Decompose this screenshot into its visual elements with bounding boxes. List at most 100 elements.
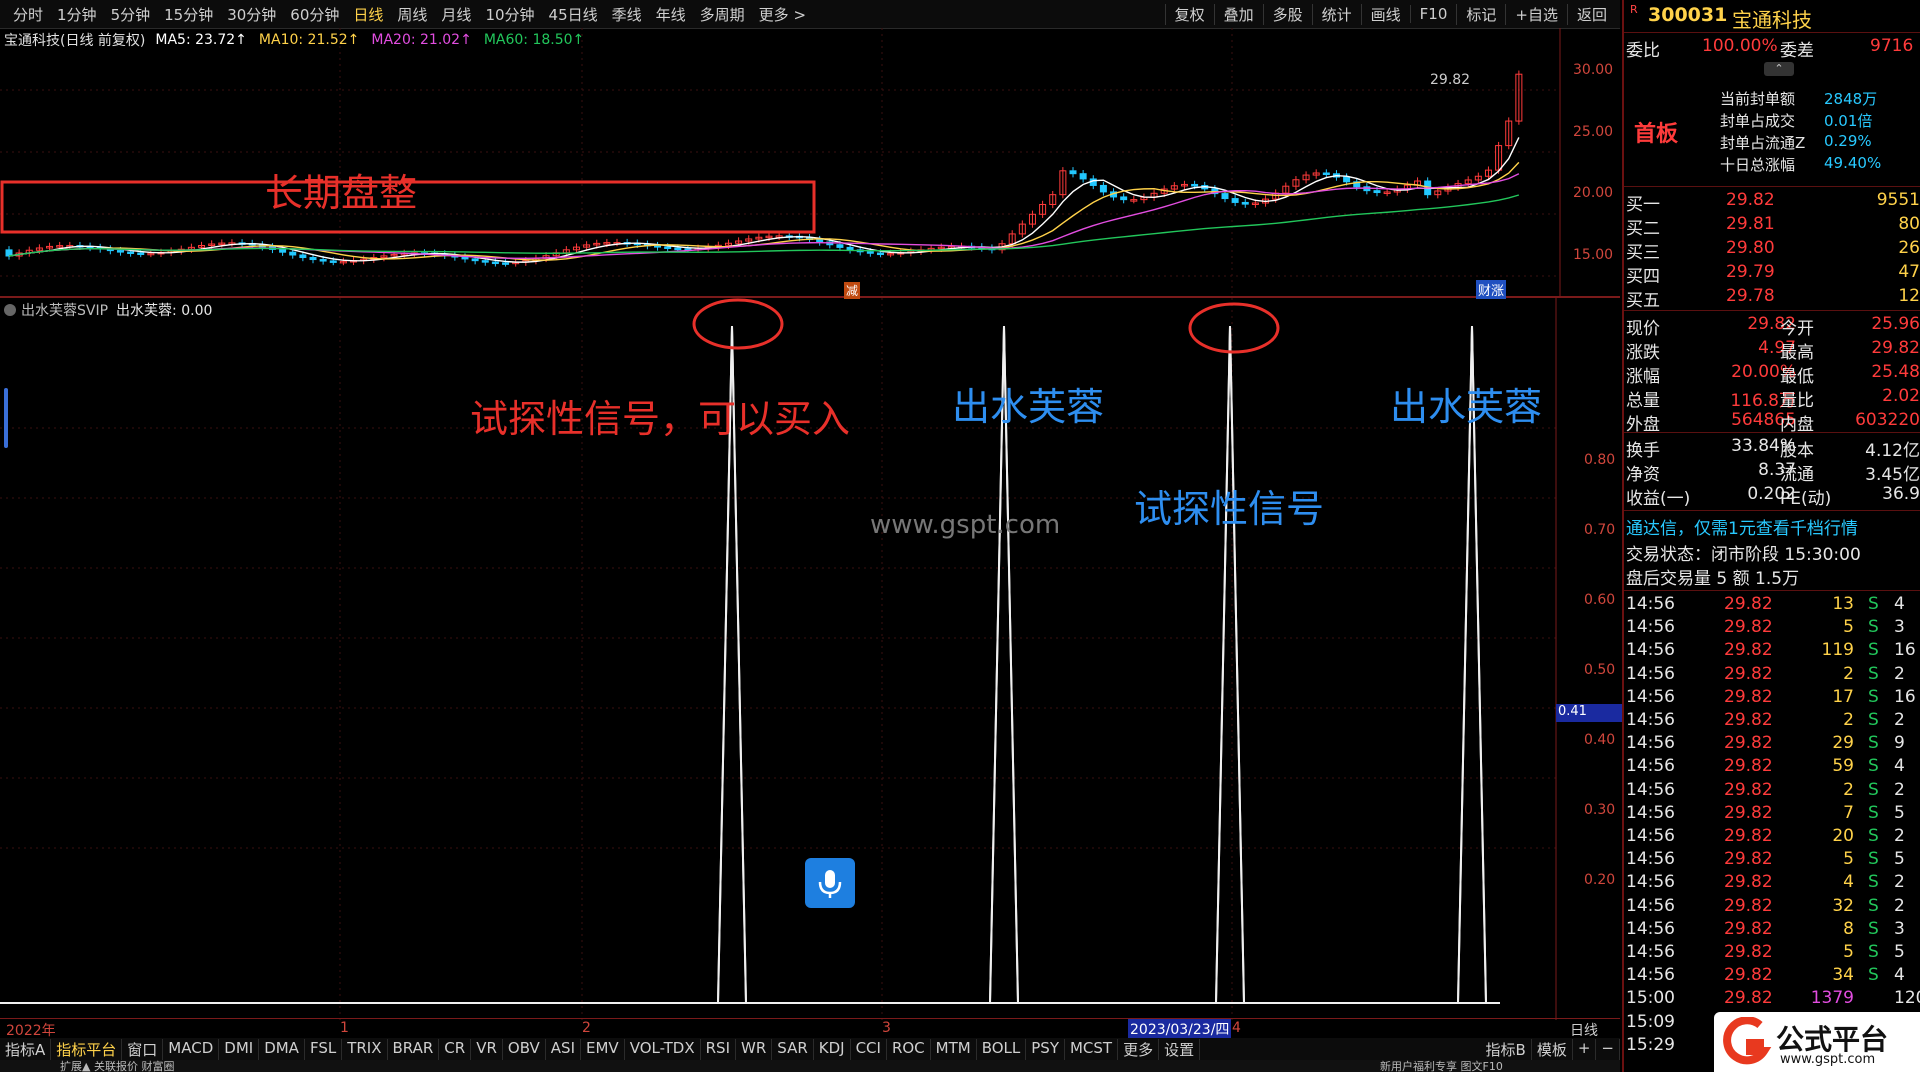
period-tab[interactable]: 周线 — [390, 4, 434, 25]
promo-link[interactable]: 通达信，仅需1元查看千档行情 — [1626, 514, 1858, 539]
tick-row: 14:56 29.82 2 S 2 — [1624, 780, 1920, 803]
indicator-tab[interactable]: WR — [736, 1038, 773, 1060]
y-tick: 0.50 — [1584, 662, 1616, 678]
indicator-tab[interactable]: 窗口 — [122, 1038, 164, 1060]
indicator-tab[interactable]: RSI — [701, 1038, 736, 1060]
y-tick: 0.20 — [1584, 872, 1616, 888]
period-tab[interactable]: 60分钟 — [283, 4, 346, 25]
collapse-icon[interactable] — [4, 304, 16, 316]
period-tab[interactable]: 15分钟 — [157, 4, 220, 25]
indicator-tab[interactable]: MCST — [1065, 1038, 1119, 1060]
bid-row[interactable]: 买四 29.79 47 — [1624, 262, 1920, 287]
indicator-tab[interactable]: 指标平台 — [51, 1038, 123, 1060]
period-tab[interactable]: 45日线 — [542, 4, 605, 25]
indicator-tab[interactable]: 指标A — [0, 1038, 52, 1060]
period-tab[interactable]: 1分钟 — [50, 4, 104, 25]
tick-price: 29.82 — [1724, 942, 1773, 962]
bid-price: 29.81 — [1726, 214, 1775, 234]
period-tab[interactable]: 年线 — [649, 4, 693, 25]
chart-tool-button[interactable]: +自选 — [1505, 3, 1567, 25]
period-tab[interactable]: 月线 — [434, 4, 478, 25]
bid-row[interactable]: 买五 29.78 12 — [1624, 286, 1920, 311]
peak-price-label: 29.82 — [1430, 72, 1471, 88]
period-tab[interactable]: 日线 — [346, 4, 390, 25]
indicator-bar-button[interactable]: 指标B — [1481, 1038, 1532, 1060]
period-tab[interactable]: 多周期 — [693, 4, 752, 25]
period-tab[interactable]: 分时 — [6, 4, 50, 25]
signal-highlight-circle — [692, 298, 784, 350]
microphone-button[interactable] — [805, 858, 855, 908]
indicator-tab[interactable]: CR — [439, 1038, 472, 1060]
tick-side: S — [1868, 594, 1879, 614]
status-right[interactable]: 新用户福利专享 图文F10 — [1380, 1060, 1503, 1072]
chart-tool-button[interactable]: 画线 — [1360, 3, 1410, 25]
indicator-tab[interactable]: EMV — [581, 1038, 625, 1060]
chart-tool-button[interactable]: 返回 — [1566, 3, 1616, 25]
indicator-tab[interactable]: OBV — [503, 1038, 546, 1060]
chart-tool-button[interactable]: F10 — [1409, 5, 1457, 23]
indicator-tab[interactable]: ROC — [887, 1038, 931, 1060]
tick-row: 14:56 29.82 5 S 5 — [1624, 942, 1920, 965]
period-tab[interactable]: 季线 — [605, 4, 649, 25]
indicator-tab[interactable]: MACD — [163, 1038, 220, 1060]
chart-tool-button[interactable]: 多股 — [1262, 3, 1312, 25]
indicator-tab[interactable]: KDJ — [814, 1038, 851, 1060]
bid-label: 买四 — [1626, 267, 1660, 287]
indicator-tab[interactable]: BOLL — [977, 1038, 1027, 1060]
indicator-tab[interactable]: FSL — [305, 1038, 343, 1060]
quote-value: 603220 — [1855, 410, 1920, 430]
candlestick — [1018, 220, 1026, 238]
y-tick: 0.30 — [1584, 802, 1616, 818]
indicator-bar-button[interactable]: − — [1596, 1038, 1620, 1060]
period-tab[interactable]: 10分钟 — [478, 4, 541, 25]
bid-row[interactable]: 买三 29.80 26 — [1624, 238, 1920, 263]
indicator-tab[interactable]: MTM — [931, 1038, 977, 1060]
indicator-bar-button[interactable]: 模板 — [1532, 1038, 1573, 1060]
ma-value: MA20: 21.02↑ — [371, 32, 472, 48]
indicator-tab[interactable]: DMI — [219, 1038, 260, 1060]
tick-time: 14:56 — [1626, 733, 1675, 754]
indicator-tab[interactable]: 设置 — [1159, 1038, 1201, 1060]
collapse-up-icon[interactable]: ⌃ — [1764, 62, 1794, 76]
indicator-tab[interactable]: DMA — [259, 1038, 305, 1060]
indicator-tab[interactable]: CCI — [851, 1038, 887, 1060]
bid-row[interactable]: 买一 29.82 9551 — [1624, 190, 1920, 215]
indicator-tab[interactable]: TRIX — [342, 1038, 388, 1060]
indicator-tab[interactable]: SAR — [772, 1038, 814, 1060]
chart-tool-button[interactable]: 统计 — [1311, 3, 1361, 25]
indicator-tab[interactable]: PSY — [1026, 1038, 1065, 1060]
seal-row: 封单占成交 0.01倍 — [1624, 110, 1920, 133]
event-marker[interactable]: 减 — [844, 282, 861, 299]
tick-volume: 5 — [1843, 617, 1854, 638]
period-tab[interactable]: 5分钟 — [104, 4, 158, 25]
watermark: www.gspt.com — [870, 510, 1061, 540]
tick-count: 4 — [1894, 965, 1905, 986]
chart-tool-button[interactable]: 叠加 — [1213, 3, 1263, 25]
weibi-value: 100.00% — [1702, 36, 1778, 56]
tick-side: S — [1868, 849, 1879, 870]
kline-chart[interactable] — [0, 28, 1620, 298]
indicator-tab[interactable]: VR — [471, 1038, 503, 1060]
y-tick: 25.00 — [1573, 124, 1614, 140]
bid-row[interactable]: 买二 29.81 80 — [1624, 214, 1920, 239]
quote-row: 现价 29.82 今开 25.96 — [1624, 314, 1920, 339]
candlestick — [167, 247, 175, 257]
ma-line — [8, 194, 1520, 257]
tick-row: 14:56 29.82 32 S 2 — [1624, 896, 1920, 919]
period-tab[interactable]: 30分钟 — [220, 4, 283, 25]
period-tabs: 分时 1分钟 5分钟 15分钟 30分钟 60分钟 日线 周线 月线 10分钟 45日线 季线 年线 多周… — [6, 0, 813, 28]
chart-tool-button[interactable]: 标记 — [1456, 3, 1505, 25]
candlestick — [1028, 210, 1036, 228]
tick-time: 14:56 — [1626, 617, 1675, 638]
indicator-tab[interactable]: 更多 — [1118, 1038, 1160, 1060]
indicator-tab[interactable]: ASI — [546, 1038, 582, 1060]
period-tab[interactable]: 更多 > — [752, 4, 813, 25]
event-marker[interactable]: 财涨 — [1476, 280, 1507, 299]
status-left[interactable]: 扩展▲ 关联报价 财富圈 — [60, 1060, 174, 1072]
quote-row: 涨幅 20.00% 最低 25.48 — [1624, 362, 1920, 387]
indicator-tab[interactable]: BRAR — [388, 1038, 440, 1060]
chart-tool-button[interactable]: 复权 — [1164, 3, 1214, 25]
signal-annotation-3: 出水芙蓉 — [1390, 385, 1543, 429]
indicator-bar-button[interactable]: + — [1573, 1038, 1597, 1060]
indicator-tab[interactable]: VOL-TDX — [625, 1038, 701, 1060]
